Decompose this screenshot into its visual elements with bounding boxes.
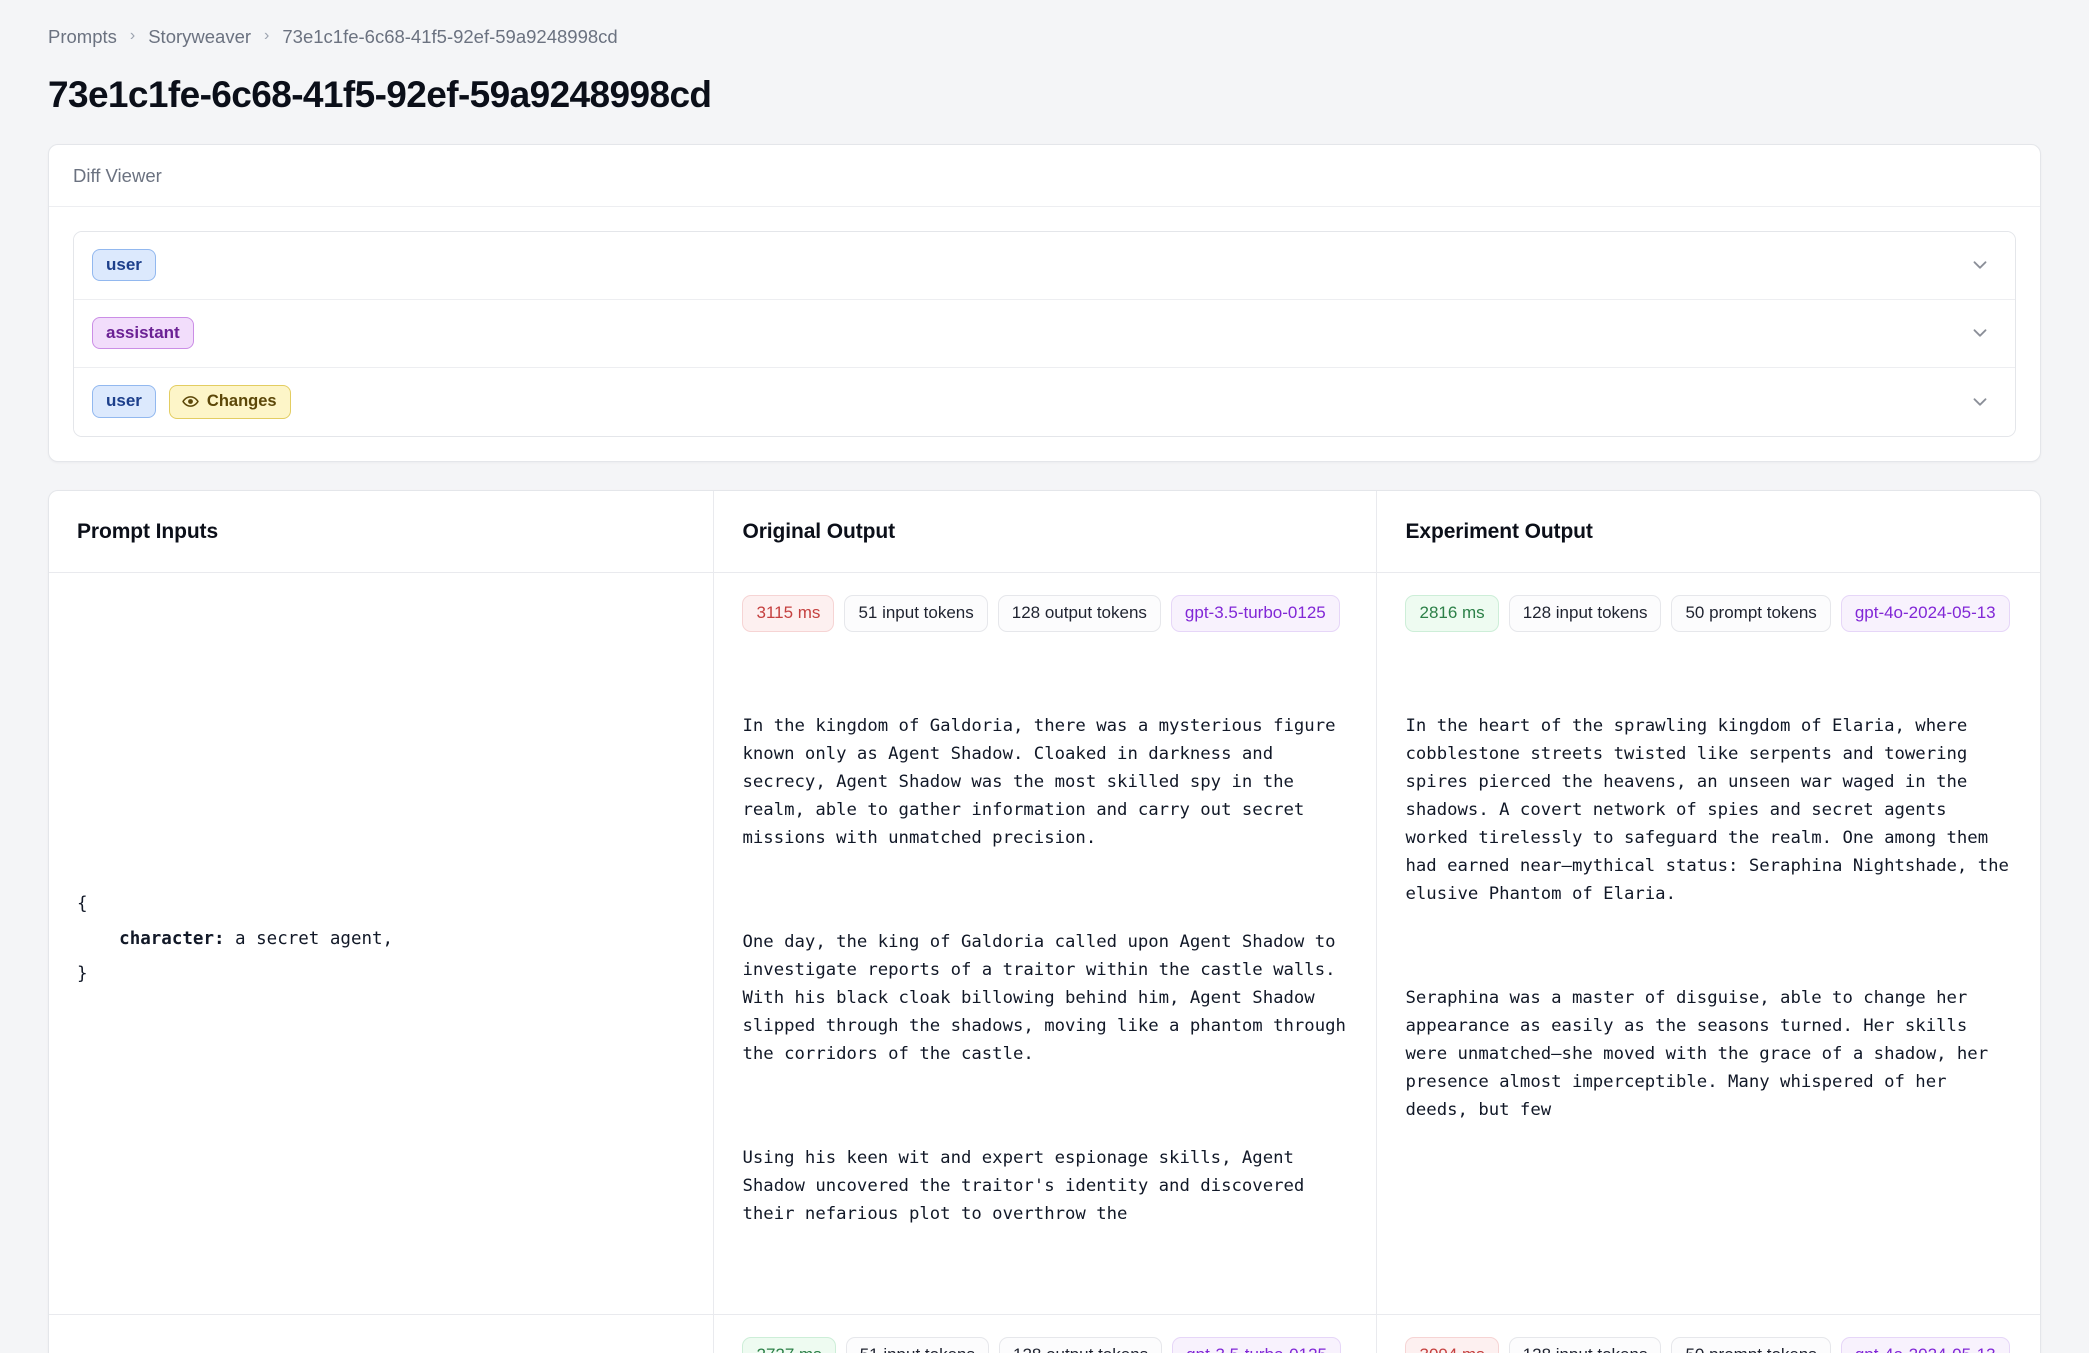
role-badge-user: user: [92, 385, 156, 418]
prompt-tokens-badge: 50 prompt tokens: [1671, 1337, 1831, 1353]
input-tokens-badge: 128 input tokens: [1508, 594, 1662, 632]
table-row: { character: a fallen soldier, } 2727 ms…: [49, 1314, 2040, 1353]
diff-message-row[interactable]: user: [74, 231, 2015, 300]
comparison-table-head: Prompt Inputs Original Output Experiment…: [49, 490, 2040, 573]
original-output-text: In the kingdom of Galdoria, there was a …: [742, 656, 1348, 1284]
json-key-character: character:: [119, 928, 225, 949]
comparison-table-card: Prompt Inputs Original Output Experiment…: [48, 489, 2041, 1353]
latency-badge: 2727 ms: [742, 1337, 836, 1353]
diff-viewer-header: Diff Viewer: [49, 145, 2040, 207]
diff-message-row[interactable]: user Changes: [74, 367, 2015, 436]
breadcrumb: Prompts › Storyweaver › 73e1c1fe-6c68-41…: [48, 22, 2041, 52]
cell-experiment-output: 3094 ms 128 input tokens 50 prompt token…: [1377, 1315, 2040, 1353]
comparison-table-body: { character: a secret agent, } 3115 ms 5…: [49, 572, 2040, 1353]
chevron-down-icon[interactable]: [1967, 320, 1993, 346]
output-tokens-badge: 128 output tokens: [999, 1337, 1163, 1353]
table-row: { character: a secret agent, } 3115 ms 5…: [49, 572, 2040, 1316]
json-value-character: a secret agent,: [224, 928, 394, 949]
prompt-input-json: { character: a secret agent, }: [77, 887, 685, 992]
breadcrumb-separator-icon: ›: [264, 27, 270, 44]
eye-icon: [182, 393, 199, 410]
column-header-experiment-output: Experiment Output: [1376, 490, 2040, 573]
cell-prompt-inputs: { character: a fallen soldier, }: [49, 1314, 715, 1353]
cell-original-output: 3115 ms 51 input tokens 128 output token…: [713, 572, 1378, 1316]
cell-experiment-output: 2816 ms 128 input tokens 50 prompt token…: [1376, 572, 2040, 1316]
input-tokens-badge: 51 input tokens: [844, 594, 988, 632]
page-title: 73e1c1fe-6c68-41f5-92ef-59a9248998cd: [48, 74, 712, 115]
chevron-down-icon[interactable]: [1967, 252, 1993, 278]
model-badge: gpt-3.5-turbo-0125: [1172, 1337, 1341, 1353]
diff-viewer-title: Diff Viewer: [73, 164, 162, 186]
original-meta-row: 2727 ms 51 input tokens 128 output token…: [742, 1337, 1348, 1353]
output-tokens-badge: 128 output tokens: [997, 594, 1161, 632]
diff-message-row-left: assistant: [92, 316, 194, 350]
model-badge: gpt-4o-2024-05-13: [1840, 594, 2010, 632]
latency-badge: 3094 ms: [1405, 1337, 1499, 1353]
prompt-tokens-badge: 50 prompt tokens: [1671, 594, 1831, 632]
breadcrumb-item-current: 73e1c1fe-6c68-41f5-92ef-59a9248998cd: [282, 26, 618, 47]
latency-badge: 2816 ms: [1405, 594, 1499, 632]
column-header-prompt-inputs: Prompt Inputs: [49, 490, 715, 573]
diff-message-row-left: user Changes: [92, 384, 291, 419]
role-badge-user: user: [92, 248, 156, 282]
model-badge: gpt-3.5-turbo-0125: [1170, 594, 1340, 632]
comparison-table-header-row: Prompt Inputs Original Output Experiment…: [49, 490, 2040, 573]
input-tokens-badge: 51 input tokens: [845, 1337, 989, 1353]
model-badge: gpt-4o-2024-05-13: [1840, 1337, 2010, 1353]
role-badge-assistant: assistant: [92, 316, 194, 350]
diff-message-row-left: user: [92, 248, 156, 282]
output-paragraph: One day, the king of Galdoria called upo…: [742, 932, 1357, 1065]
output-paragraph: In the heart of the sprawling kingdom of…: [1405, 715, 2020, 905]
column-header-original-output: Original Output: [713, 490, 1378, 573]
cell-prompt-inputs: { character: a secret agent, }: [49, 572, 715, 1316]
comparison-table: Prompt Inputs Original Output Experiment…: [49, 490, 2040, 1353]
experiment-meta-row: 2816 ms 128 input tokens 50 prompt token…: [1405, 594, 2012, 632]
output-paragraph: Using his keen wit and expert espionage …: [742, 1148, 1315, 1225]
input-tokens-badge: 128 input tokens: [1508, 1337, 1662, 1353]
changes-badge[interactable]: Changes: [168, 384, 291, 419]
diff-viewer-body: user assistant user Changes: [49, 207, 2040, 461]
diff-message-list: user assistant user Changes: [73, 230, 2016, 437]
breadcrumb-item-storyweaver[interactable]: Storyweaver: [148, 26, 251, 48]
latency-badge: 3115 ms: [742, 594, 835, 632]
json-open-brace: {: [77, 893, 88, 914]
diff-message-row[interactable]: assistant: [74, 299, 2015, 368]
original-meta-row: 3115 ms 51 input tokens 128 output token…: [742, 594, 1348, 632]
output-paragraph: In the kingdom of Galdoria, there was a …: [742, 715, 1346, 849]
json-close-brace: }: [77, 963, 88, 984]
experiment-meta-row: 3094 ms 128 input tokens 50 prompt token…: [1405, 1337, 2012, 1353]
changes-badge-label: Changes: [206, 391, 277, 410]
experiment-output-text: In the heart of the sprawling kingdom of…: [1405, 656, 2012, 1180]
diff-viewer-card: Diff Viewer user assistant user Changes: [48, 143, 2041, 462]
cell-original-output: 2727 ms 51 input tokens 128 output token…: [713, 1314, 1378, 1353]
page-root: Prompts › Storyweaver › 73e1c1fe-6c68-41…: [0, 0, 2089, 1353]
output-paragraph: Seraphina was a master of disguise, able…: [1405, 988, 1999, 1121]
breadcrumb-separator-icon: ›: [129, 27, 136, 44]
chevron-down-icon[interactable]: [1967, 389, 1993, 415]
breadcrumb-item-prompts[interactable]: Prompts: [48, 26, 117, 48]
